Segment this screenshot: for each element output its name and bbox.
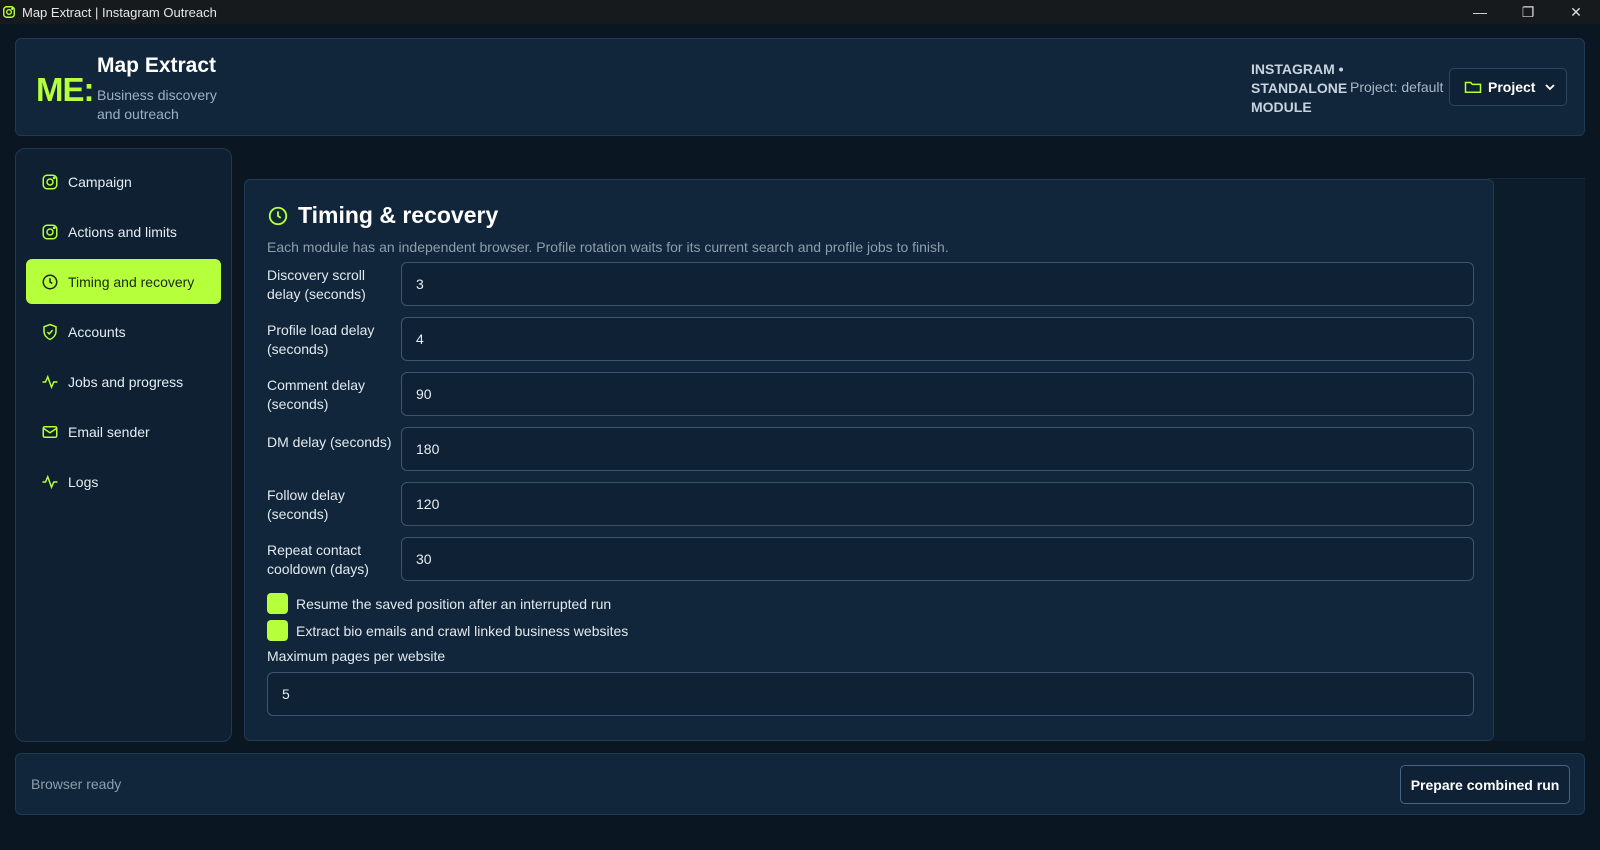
prepare-combined-run-button[interactable]: Prepare combined run [1400,765,1570,804]
window-title: Map Extract | Instagram Outreach [22,4,217,20]
sidebar: Campaign Actions and limits Timing and r… [15,148,232,742]
project-button-label: Project [1488,79,1536,95]
instagram-icon [41,173,59,191]
comment-delay-input[interactable]: 90 [401,372,1474,416]
sidebar-item-email-sender[interactable]: Email sender [26,409,221,454]
timing-recovery-panel: Timing & recovery Each module has an ind… [244,179,1494,741]
restore-button[interactable]: ❐ [1504,0,1552,24]
follow-delay-label: Follow delay (seconds) [267,487,345,522]
project-button[interactable]: Project [1449,68,1567,106]
scroll-area-background [1488,178,1585,741]
follow-delay-input[interactable]: 120 [401,482,1474,526]
page-title: Timing & recovery [267,202,498,229]
chevron-down-icon [1544,81,1556,93]
extract-bio-emails-option[interactable]: Extract bio emails and crawl linked busi… [267,620,628,641]
activity-icon [41,473,59,491]
sidebar-item-label: Accounts [68,323,126,340]
minimize-button[interactable]: — [1456,0,1504,24]
sidebar-item-actions-and-limits[interactable]: Actions and limits [26,209,221,254]
module-label: INSTAGRAM • STANDALONE MODULE [1251,61,1348,115]
app-header: ME: Map Extract Business discovery and o… [15,38,1585,136]
sidebar-item-label: Logs [68,473,99,490]
instagram-icon [2,5,16,19]
folder-icon [1464,80,1482,94]
sidebar-item-label: Email sender [68,423,150,440]
resume-position-label: Resume the saved position after an inter… [296,595,612,612]
sidebar-item-timing-and-recovery[interactable]: Timing and recovery [26,259,221,304]
resume-position-option[interactable]: Resume the saved position after an inter… [267,593,611,614]
window-titlebar: Map Extract | Instagram Outreach — ❐ ✕ [0,0,1600,24]
project-status: Project: default [1350,79,1444,95]
shield-check-icon [41,323,59,341]
brand-title: Map Extract [97,54,217,77]
brand-logo: ME: [36,71,94,108]
profile-load-delay-input[interactable]: 4 [401,317,1474,361]
extract-bio-emails-checkbox[interactable] [267,620,288,641]
dm-delay-label: DM delay (seconds) [267,434,392,450]
clock-icon [267,205,289,227]
dm-delay-input[interactable]: 180 [401,427,1474,471]
resume-position-checkbox[interactable] [267,593,288,614]
sidebar-item-accounts[interactable]: Accounts [26,309,221,354]
repeat-contact-cooldown-label: Repeat contact cooldown (days) [267,542,369,577]
discovery-scroll-delay-input[interactable]: 3 [401,262,1474,306]
discovery-scroll-delay-label: Discovery scroll delay (seconds) [267,267,366,302]
close-button[interactable]: ✕ [1552,0,1600,24]
status-bar: Browser ready Prepare combined run [15,753,1585,815]
activity-icon [41,373,59,391]
instagram-icon [41,223,59,241]
repeat-contact-cooldown-input[interactable]: 30 [401,537,1474,581]
clock-icon [41,273,59,291]
sidebar-item-label: Campaign [68,173,132,190]
profile-load-delay-label: Profile load delay (seconds) [267,322,375,357]
extract-bio-emails-label: Extract bio emails and crawl linked busi… [296,622,629,639]
mail-icon [41,423,59,441]
sidebar-item-label: Actions and limits [68,223,177,240]
sidebar-item-logs[interactable]: Logs [26,459,221,504]
panel-description: Each module has an independent browser. … [267,239,949,255]
sidebar-item-label: Timing and recovery [68,273,195,290]
sidebar-item-campaign[interactable]: Campaign [26,159,221,204]
max-pages-input[interactable]: 5 [267,672,1474,716]
sidebar-item-jobs-and-progress[interactable]: Jobs and progress [26,359,221,404]
comment-delay-label: Comment delay (seconds) [267,377,366,412]
brand-subtitle: Business discovery and outreach [97,87,217,122]
page-title-text: Timing & recovery [298,202,499,228]
status-text: Browser ready [31,776,122,792]
sidebar-item-label: Jobs and progress [68,373,184,390]
max-pages-label: Maximum pages per website [267,648,446,664]
